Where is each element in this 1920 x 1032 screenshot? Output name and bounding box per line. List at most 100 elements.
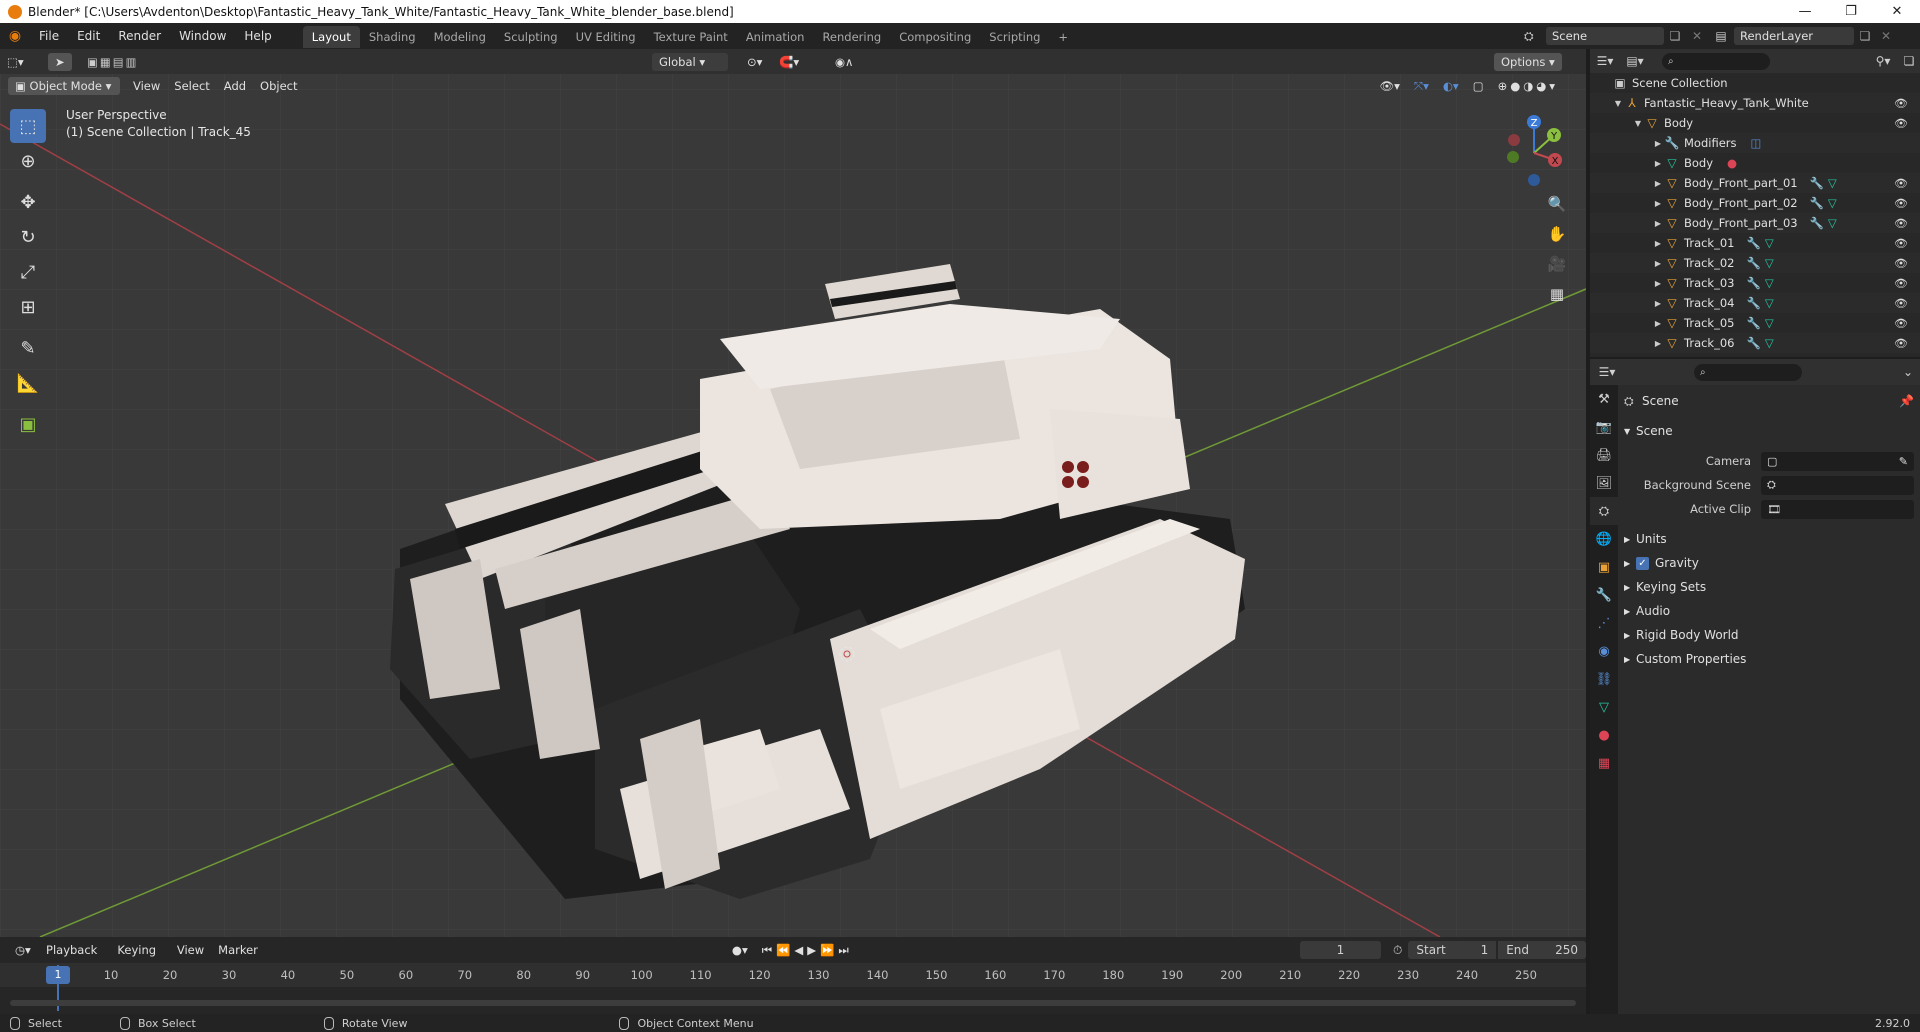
select-box-icon[interactable]: ⬚ [10, 109, 46, 143]
expand-arrow-icon[interactable]: ▶ [1624, 535, 1636, 544]
add-cube-icon[interactable]: ▣ [10, 407, 46, 441]
outliner-row-body-front-02[interactable]: ▶ ▽ Body_Front_part_02 🔧 ▽ 👁 [1590, 193, 1920, 213]
select-tool-icon[interactable]: ➤ [48, 52, 72, 71]
menu-object[interactable]: Object [253, 77, 304, 95]
new-collection-icon[interactable]: ❏ [1898, 54, 1920, 68]
display-mode-icon[interactable]: ▤▾ [1620, 54, 1650, 68]
viewlayer-selector[interactable]: RenderLayer [1734, 27, 1854, 45]
3d-viewport[interactable]: ⬚▾ ➤ ▣▦▤▥ Global ▾ ⊙▾ 🧲▾ ◉∧ Options ▾ ▣ … [0, 49, 1586, 937]
tab-uv-editing[interactable]: UV Editing [567, 26, 645, 48]
delete-viewlayer-icon[interactable]: ✕ [1876, 29, 1896, 43]
snapping-icon[interactable]: 🧲▾ [772, 53, 824, 71]
tab-scene-icon[interactable]: ⛭ [1590, 497, 1618, 525]
outliner-row-body-mesh[interactable]: ▶ ▽ Body ● [1590, 153, 1920, 173]
tab-material-icon[interactable]: ● [1590, 721, 1618, 749]
start-frame-field[interactable]: Start 1 [1408, 941, 1497, 959]
xray-toggle-icon[interactable]: ▢ [1466, 77, 1491, 95]
expand-arrow-icon[interactable]: ▼ [1612, 99, 1624, 108]
expand-arrow-icon[interactable]: ▶ [1624, 583, 1636, 592]
expand-arrow-icon[interactable]: ▼ [1624, 427, 1636, 436]
outliner-row-body-front-01[interactable]: ▶ ▽ Body_Front_part_01 🔧 ▽ 👁 [1590, 173, 1920, 193]
selection-mode-icons[interactable]: ▣▦▤▥ [80, 53, 170, 71]
scale-icon[interactable]: ⤢ [10, 255, 46, 289]
camera-field[interactable]: ▢ ✎ [1761, 451, 1914, 471]
tab-output-icon[interactable]: 🖨 [1590, 441, 1618, 469]
menu-keying[interactable]: Keying ▾ [110, 941, 169, 975]
tab-physics-icon[interactable]: ◉ [1590, 637, 1618, 665]
filter-icon[interactable]: ⚲▾ [1868, 54, 1898, 68]
visibility-eye-icon[interactable]: 👁 [1894, 297, 1908, 310]
auto-keying-icon[interactable]: ●▾ [725, 941, 755, 959]
expand-arrow-icon[interactable]: ▶ [1652, 319, 1664, 328]
expand-arrow-icon[interactable]: ▼ [1632, 119, 1644, 128]
delete-scene-icon[interactable]: ✕ [1686, 29, 1708, 43]
tab-data-icon[interactable]: ▽ [1590, 693, 1618, 721]
active-clip-field[interactable]: 🎞 [1761, 499, 1914, 519]
pan-hand-icon[interactable]: ✋ [1544, 221, 1570, 247]
expand-arrow-icon[interactable]: ▶ [1624, 607, 1636, 616]
menu-marker[interactable]: Marker [211, 941, 265, 959]
visibility-eye-icon[interactable]: 👁 [1894, 97, 1908, 110]
tab-sculpting[interactable]: Sculpting [495, 26, 567, 48]
keying-sets-panel-header[interactable]: ▶ Keying Sets [1624, 575, 1914, 599]
expand-arrow-icon[interactable]: ▶ [1652, 159, 1664, 168]
tab-tool-icon[interactable]: ⚒ [1590, 385, 1618, 413]
outliner-editor-icon[interactable]: ☰▾ [1590, 54, 1620, 68]
expand-arrow-icon[interactable]: ▶ [1652, 239, 1664, 248]
tab-scripting[interactable]: Scripting [980, 26, 1049, 48]
tab-texture-paint[interactable]: Texture Paint [645, 26, 737, 48]
outliner-row-track-02[interactable]: ▶ ▽ Track_02 🔧 ▽ 👁 [1590, 253, 1920, 273]
ortho-grid-icon[interactable]: ▦ [1544, 281, 1570, 307]
expand-arrow-icon[interactable]: ▶ [1652, 339, 1664, 348]
shading-mode-icons[interactable]: ⊕●◑◕▾ [1491, 77, 1566, 95]
tab-view-layer-icon[interactable]: 🖼 [1590, 469, 1618, 497]
expand-arrow-icon[interactable]: ▶ [1652, 259, 1664, 268]
visibility-eye-icon[interactable]: 👁 [1894, 177, 1908, 190]
close-button[interactable]: ✕ [1874, 0, 1920, 23]
viewport-scene[interactable] [0, 49, 1586, 937]
expand-arrow-icon[interactable]: ▶ [1652, 299, 1664, 308]
gizmo-toggle-icon[interactable]: ⤧▾ [1407, 77, 1436, 95]
playhead-frame-label[interactable]: 1 [46, 966, 70, 984]
tab-modifiers-icon[interactable]: 🔧 [1590, 581, 1618, 609]
add-workspace-button[interactable]: + [1049, 26, 1077, 48]
cursor-icon[interactable]: ⊕ [10, 144, 46, 178]
background-scene-field[interactable]: ⛭ [1761, 475, 1914, 495]
options-dropdown[interactable]: Options ▾ [1494, 52, 1562, 71]
properties-editor-icon[interactable]: ☰▾ [1590, 365, 1624, 379]
properties-options-icon[interactable]: ⌄ [1896, 365, 1920, 379]
tab-object-icon[interactable]: ▣ [1590, 553, 1618, 581]
outliner-row-scene-collection[interactable]: ▣ Scene Collection [1590, 73, 1920, 93]
visibility-eye-icon[interactable]: 👁 [1894, 317, 1908, 330]
tab-render-icon[interactable]: 📷 [1590, 413, 1618, 441]
end-frame-field[interactable]: End 250 [1498, 941, 1587, 959]
tab-layout[interactable]: Layout [302, 26, 360, 48]
tab-shading[interactable]: Shading [360, 26, 425, 48]
visibility-eye-icon[interactable]: 👁 [1894, 257, 1908, 270]
timeline-scrollbar[interactable] [10, 1000, 1576, 1006]
scene-panel-header[interactable]: ▼ Scene [1624, 419, 1914, 443]
outliner-row-body-front-03[interactable]: ▶ ▽ Body_Front_part_03 🔧 ▽ 👁 [1590, 213, 1920, 233]
gravity-checkbox[interactable]: ✓ [1636, 556, 1649, 570]
outliner-row-track-04[interactable]: ▶ ▽ Track_04 🔧 ▽ 👁 [1590, 293, 1920, 313]
measure-icon[interactable]: 📐 [10, 366, 46, 400]
pin-icon[interactable]: 📌 [1899, 394, 1914, 408]
menu-file[interactable]: File [30, 23, 68, 49]
expand-arrow-icon[interactable]: ▶ [1652, 139, 1664, 148]
blender-menu-icon[interactable]: ◉ [0, 28, 30, 44]
tab-world-icon[interactable]: 🌐 [1590, 525, 1618, 553]
tab-texture-icon[interactable]: ▦ [1590, 749, 1618, 777]
playback-controls[interactable]: ⏮⏪◀▶⏩⏭ [755, 941, 860, 959]
transform-orientation-dropdown[interactable]: Global ▾ [652, 52, 728, 71]
outliner-row-track-06[interactable]: ▶ ▽ Track_06 🔧 ▽ 👁 [1590, 333, 1920, 353]
outliner-row-modifiers[interactable]: ▶ 🔧 Modifiers ◫ [1590, 133, 1920, 153]
menu-help[interactable]: Help [235, 23, 280, 49]
overlay-toggle-icon[interactable]: ◐▾ [1436, 77, 1466, 95]
expand-arrow-icon[interactable]: ▶ [1624, 559, 1636, 568]
object-mode-dropdown[interactable]: ▣ Object Mode ▾ [8, 77, 120, 95]
audio-panel-header[interactable]: ▶ Audio [1624, 599, 1914, 623]
outliner-row-track-01[interactable]: ▶ ▽ Track_01 🔧 ▽ 👁 [1590, 233, 1920, 253]
camera-view-icon[interactable]: 🎥 [1544, 251, 1570, 277]
current-frame-field[interactable]: 1 [1299, 941, 1382, 959]
new-viewlayer-icon[interactable]: ❏ [1854, 29, 1876, 43]
